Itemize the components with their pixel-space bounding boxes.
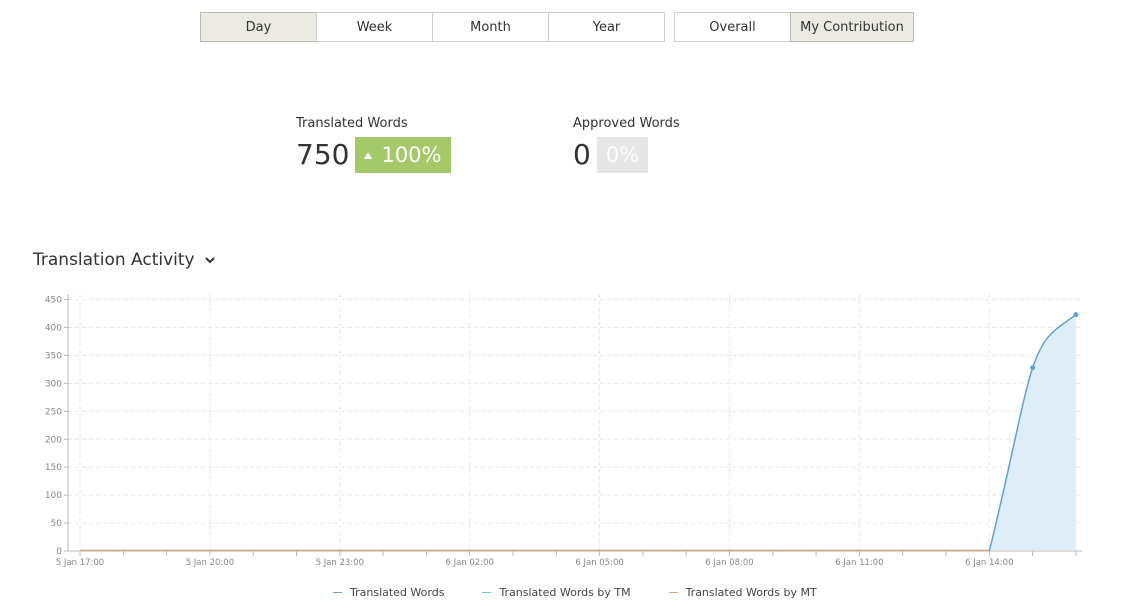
translated-words-change: 100% <box>381 143 442 167</box>
y-tick-label: 100 <box>45 491 62 501</box>
y-tick-label: 200 <box>45 435 62 445</box>
approved-words-value: 0 <box>573 138 591 171</box>
x-tick-label: 6 Jan 11:00 <box>835 558 883 568</box>
x-tick-label: 5 Jan 17:00 <box>56 558 104 568</box>
scope-tab-group: Overall My Contribution <box>674 12 914 42</box>
approved-words-label: Approved Words <box>573 116 680 131</box>
legend-label-translated-words: Translated Words <box>350 586 445 599</box>
translation-activity-chart: 0 50 100 150 200 250 300 350 400 450 5 Jan 17:00 5 … <box>45 294 1082 568</box>
approved-words-stat: Approved Words 0 0% <box>573 116 680 173</box>
y-tick-label: 150 <box>45 463 62 473</box>
legend-swatch-translated-words-mt <box>668 592 678 593</box>
y-tick-label: 0 <box>56 547 62 557</box>
x-tick-label: 5 Jan 23:00 <box>316 558 364 568</box>
y-tick-label: 250 <box>45 407 62 417</box>
tab-year[interactable]: Year <box>548 12 665 42</box>
y-tick-label: 450 <box>45 296 62 306</box>
tab-day[interactable]: Day <box>200 12 317 42</box>
series-translated-area <box>989 314 1076 551</box>
legend-swatch-translated-words-tm <box>482 592 492 593</box>
translated-words-label: Translated Words <box>296 116 408 131</box>
legend-label-translated-words-mt: Translated Words by MT <box>685 586 817 599</box>
y-tick-label: 300 <box>45 379 62 389</box>
chevron-down-icon[interactable] <box>204 255 216 265</box>
legend-item-translated-words[interactable]: Translated Words <box>333 586 444 599</box>
translation-activity-header: Translation Activity <box>33 250 216 270</box>
x-tick-label: 5 Jan 20:00 <box>186 558 234 568</box>
legend-item-translated-words-mt[interactable]: Translated Words by MT <box>668 586 817 599</box>
series-translated-point <box>1030 365 1036 371</box>
x-tick-label: 6 Jan 14:00 <box>965 558 1013 568</box>
x-tick-label: 6 Jan 05:00 <box>575 558 623 568</box>
y-tick-label: 400 <box>45 324 62 334</box>
arrow-up-icon <box>364 151 373 159</box>
chart-legend: Translated Words Translated Words by TM … <box>333 586 855 599</box>
translated-words-stat: Translated Words 750 100% <box>296 116 451 173</box>
legend-swatch-translated-words <box>333 592 342 593</box>
tab-week[interactable]: Week <box>316 12 433 42</box>
approved-words-change: 0% <box>605 143 640 167</box>
section-title: Translation Activity <box>33 250 195 270</box>
legend-label-translated-words-tm: Translated Words by TM <box>499 586 631 599</box>
x-tick-label: 6 Jan 02:00 <box>445 558 493 568</box>
approved-words-change-badge: 0% <box>596 137 649 173</box>
series-translated-point <box>1073 312 1079 318</box>
legend-item-translated-words-tm[interactable]: Translated Words by TM <box>482 586 631 599</box>
tab-overall[interactable]: Overall <box>674 12 791 42</box>
period-tab-group: Day Week Month Year <box>200 12 665 42</box>
y-tick-label: 50 <box>51 519 63 529</box>
tab-month[interactable]: Month <box>432 12 549 42</box>
x-tick-label: 6 Jan 08:00 <box>705 558 753 568</box>
y-tick-label: 350 <box>45 351 62 361</box>
translated-words-value: 750 <box>296 138 350 171</box>
translated-words-change-badge: 100% <box>355 137 451 173</box>
tab-my-contribution[interactable]: My Contribution <box>790 12 914 42</box>
